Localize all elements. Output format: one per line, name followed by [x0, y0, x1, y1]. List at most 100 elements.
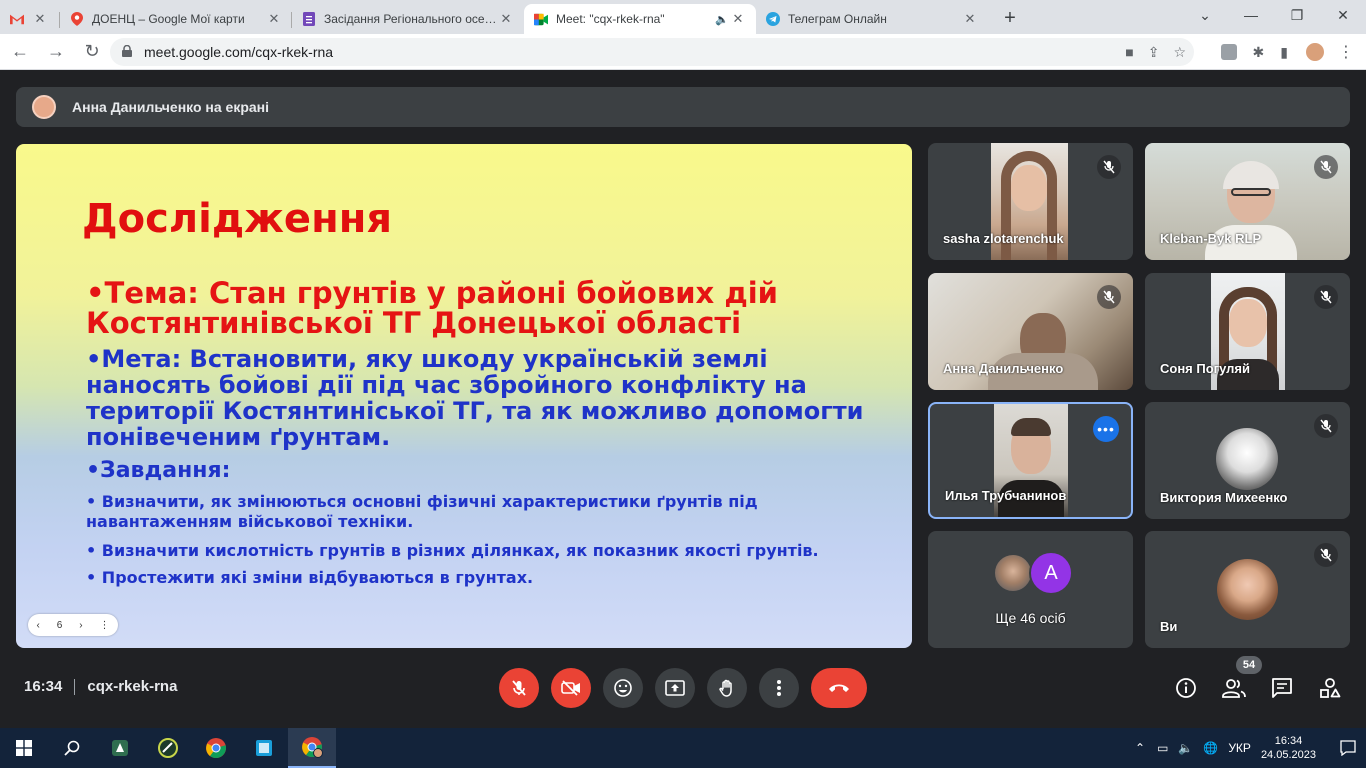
participant-tile[interactable]: Анна Данильченко	[928, 273, 1133, 390]
bookmark-star-icon[interactable]: ☆	[1173, 44, 1186, 61]
extension-app-icon[interactable]	[1220, 44, 1237, 60]
maps-icon	[70, 12, 84, 26]
chat-icon[interactable]	[1270, 676, 1294, 700]
participant-count-badge: 54	[1236, 656, 1262, 674]
slide-more-icon[interactable]: ⋮	[100, 620, 110, 631]
share-icon[interactable]: ⇪	[1148, 44, 1160, 61]
self-tile[interactable]: Ви	[1145, 531, 1350, 648]
notifications-icon[interactable]	[1330, 740, 1366, 756]
taskbar-app-icon[interactable]	[96, 728, 144, 768]
new-tab-button[interactable]: +	[996, 4, 1024, 32]
others-tile[interactable]: A Ще 46 осіб	[928, 531, 1133, 648]
restore-icon[interactable]: ❐	[1274, 0, 1320, 30]
camera-icon[interactable]: ■	[1125, 44, 1133, 61]
browser-menu-icon[interactable]: ⋮	[1338, 42, 1354, 62]
address-bar[interactable]: meet.google.com/cqx-rkek-rna ■ ⇪ ☆	[110, 38, 1194, 66]
mic-off-icon	[1314, 543, 1338, 567]
close-icon[interactable]: ✕	[498, 11, 514, 27]
tab-title: Засідання Регіонального осеред	[324, 12, 498, 26]
battery-icon[interactable]: ▭	[1157, 741, 1168, 755]
minimize-icon[interactable]: —	[1228, 0, 1274, 30]
meeting-info: 16:34 cqx-rkek-rna	[24, 678, 177, 695]
tab-maps[interactable]: ДОЕНЦ – Google Мої карти ✕	[60, 4, 292, 34]
forward-icon[interactable]: →	[40, 38, 72, 66]
back-icon[interactable]: ←	[4, 38, 36, 66]
tab-meet[interactable]: Meet: "cqx-rkek-rna" 🔈 ✕	[524, 4, 756, 34]
mic-off-icon	[1314, 155, 1338, 179]
search-icon[interactable]	[48, 728, 96, 768]
toggle-camera-button[interactable]	[551, 668, 591, 708]
leave-call-button[interactable]	[811, 668, 867, 708]
reload-icon[interactable]: ↻	[76, 38, 108, 66]
toggle-mic-button[interactable]	[499, 668, 539, 708]
close-icon[interactable]: ✕	[266, 11, 282, 27]
more-options-button[interactable]	[759, 668, 799, 708]
profile-avatar[interactable]	[1304, 41, 1326, 63]
window-close-icon[interactable]: ✕	[1320, 0, 1366, 30]
raise-hand-button[interactable]	[707, 668, 747, 708]
reactions-button[interactable]	[603, 668, 643, 708]
volume-icon[interactable]: 🔈	[1178, 741, 1193, 755]
slide-task-1: • Визначити, як змінюються основні фізич…	[86, 492, 758, 531]
next-slide-icon[interactable]: ›	[79, 620, 82, 631]
meeting-time: 16:34	[24, 678, 63, 695]
tab-telegram[interactable]: Телеграм Онлайн ✕	[756, 4, 988, 34]
people-icon[interactable]	[1222, 676, 1246, 700]
tab-gmail[interactable]: ✕	[0, 4, 60, 34]
participant-tile[interactable]: Соня Погуляй	[1145, 273, 1350, 390]
input-language[interactable]: УКР	[1228, 741, 1251, 755]
participant-tile[interactable]: Kleban-Byk RLP	[1145, 143, 1350, 260]
others-count-label: Ще 46 осіб	[995, 610, 1066, 626]
avatar	[32, 95, 56, 119]
tab-title: Телеграм Онлайн	[788, 12, 887, 26]
avatar-letter: A	[1029, 551, 1073, 595]
taskbar-app-icon[interactable]	[240, 728, 288, 768]
tab-title: ДОЕНЦ – Google Мої карти	[92, 12, 245, 26]
system-tray: ⌃ ▭ 🔈 🌐 УКР 16:34 24.05.2023	[1135, 728, 1366, 768]
extensions-puzzle-icon[interactable]: ✱	[1253, 44, 1265, 61]
meeting-details-icon[interactable]	[1174, 676, 1198, 700]
close-icon[interactable]: ✕	[962, 11, 978, 27]
tab-search-icon[interactable]: ⌄	[1182, 0, 1228, 30]
hang-up-icon	[829, 684, 849, 692]
clock-time: 16:34	[1274, 735, 1303, 747]
meet-icon	[534, 12, 548, 26]
presenting-label: Анна Данильченко на екрані	[72, 99, 270, 115]
chrome-icon[interactable]	[192, 728, 240, 768]
activities-icon[interactable]	[1318, 676, 1342, 700]
close-icon[interactable]: ✕	[730, 11, 746, 27]
taskbar-clock[interactable]: 16:34 24.05.2023	[1261, 734, 1316, 762]
lock-icon	[122, 44, 134, 60]
presentation-slide: Дослідження •Тема: Стан грунтів у районі…	[16, 144, 912, 648]
taskbar-app-icon[interactable]	[144, 728, 192, 768]
mic-off-icon	[512, 680, 526, 696]
more-options-icon[interactable]: •••	[1093, 416, 1119, 442]
windows-start-icon[interactable]	[0, 728, 48, 768]
previous-slide-icon[interactable]: ‹	[36, 620, 39, 631]
participant-tile[interactable]: sasha zlotarenchuk	[928, 143, 1133, 260]
participant-tile[interactable]: Виктория Михеенко	[1145, 402, 1350, 519]
speaker-icon: 🔈	[715, 13, 729, 26]
more-vert-icon	[777, 680, 781, 696]
mic-off-icon	[1314, 414, 1338, 438]
browser-toolbar: ← → ↻ meet.google.com/cqx-rkek-rna ■ ⇪ ☆…	[0, 34, 1366, 70]
meeting-controls-bar: 16:34 cqx-rkek-rna 54	[0, 648, 1366, 728]
avatar	[1216, 428, 1278, 490]
participant-name: Соня Погуляй	[1160, 361, 1250, 376]
side-panel-icon[interactable]: ▮	[1280, 44, 1288, 61]
clock-date: 24.05.2023	[1260, 749, 1316, 761]
tab-forms[interactable]: Засідання Регіонального осеред ✕	[292, 4, 524, 34]
present-icon	[665, 680, 685, 696]
participant-tile-active-speaker[interactable]: ••• Илья Трубчанинов	[928, 402, 1133, 519]
url-text: meet.google.com/cqx-rkek-rna	[144, 44, 334, 60]
slide-task-3: • Простежити які зміни відбуваються в гр…	[86, 568, 534, 587]
chevron-up-icon[interactable]: ⌃	[1135, 741, 1145, 755]
present-screen-button[interactable]	[655, 668, 695, 708]
gmail-icon	[10, 12, 24, 26]
close-icon[interactable]: ✕	[32, 11, 48, 27]
slide-tasks-heading: •Завдання:	[86, 458, 231, 483]
slide-goal: •Мета: Встановити, яку шкоду українській…	[86, 345, 864, 451]
mic-off-icon	[1097, 155, 1121, 179]
chrome-profile-icon[interactable]	[288, 728, 336, 768]
network-icon[interactable]: 🌐	[1203, 741, 1218, 755]
